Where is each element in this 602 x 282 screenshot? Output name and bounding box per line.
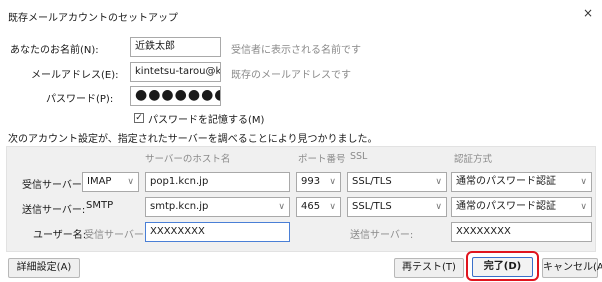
remember-password-label: パスワードを記憶する(M) [148,115,265,126]
email-field[interactable]: kintetsu-tarou@kcn.jp [130,62,221,82]
username-outgoing-label: 送信サーバー: [350,230,414,241]
close-icon[interactable]: × [583,6,593,20]
cancel-button[interactable]: キャンセル(A) [542,258,602,278]
incoming-protocol-value: IMAP [87,176,112,187]
retest-button[interactable]: 再テスト(T) [394,258,464,278]
incoming-port-select[interactable]: 993 ∨ [296,172,341,192]
incoming-auth-select[interactable]: 通常のパスワード認証 ∨ [451,172,592,192]
incoming-port-value: 993 [301,176,321,187]
incoming-ssl-select[interactable]: SSL/TLS ∨ [347,172,447,192]
name-label: あなたのお名前(N): [10,45,99,56]
outgoing-ssl-select[interactable]: SSL/TLS ∨ [347,197,447,217]
chevron-down-icon: ∨ [435,177,442,187]
incoming-ssl-value: SSL/TLS [352,176,392,187]
name-hint: 受信者に表示される名前です [231,45,361,56]
remember-password-checkbox[interactable]: ✓ [134,113,144,123]
check-icon: ✓ [135,113,143,123]
outgoing-hostname-select[interactable]: smtp.kcn.jp ∨ [145,197,290,217]
email-hint: 既存のメールアドレスです [231,70,351,81]
window-title: 既存メールアカウントのセットアップ [8,13,178,24]
password-field[interactable]: ●●●●●●●● [130,86,221,106]
outgoing-server-label: 送信サーバー: [22,205,86,216]
outgoing-protocol-value: SMTP [86,200,114,211]
done-button[interactable]: 完了(D) [472,257,533,277]
incoming-hostname-field[interactable]: pop1.kcn.jp [145,172,290,192]
port-header: ポート番号 [298,154,346,165]
incoming-server-label: 受信サーバー: [22,180,86,191]
outgoing-username-field[interactable]: XXXXXXXX [451,222,592,242]
chevron-down-icon: ∨ [329,177,336,187]
name-field[interactable]: 近鉄太郎 [130,37,221,57]
outgoing-ssl-value: SSL/TLS [352,201,392,212]
outgoing-auth-value: 通常のパスワード認証 [456,201,556,212]
outgoing-hostname-value: smtp.kcn.jp [150,201,209,212]
hostname-header: サーバーのホスト名 [145,154,231,165]
chevron-down-icon: ∨ [580,177,587,187]
chevron-down-icon: ∨ [127,177,134,187]
incoming-protocol-select[interactable]: IMAP ∨ [82,172,139,192]
outgoing-auth-select[interactable]: 通常のパスワード認証 ∨ [451,197,592,217]
ssl-header: SSL [350,151,368,162]
outgoing-port-value: 465 [301,201,321,212]
username-incoming-label: 受信サーバー: [84,230,148,241]
advanced-config-button[interactable]: 詳細設定(A) [8,258,80,278]
chevron-down-icon: ∨ [580,202,587,212]
username-label: ユーザー名: [33,230,87,241]
auth-header: 認証方式 [454,154,493,165]
chevron-down-icon: ∨ [329,202,336,212]
chevron-down-icon: ∨ [435,202,442,212]
found-message: 次のアカウント設定が、指定されたサーバーを調べることにより見つかりました。 [8,134,378,145]
outgoing-port-select[interactable]: 465 ∨ [296,197,341,217]
incoming-username-field[interactable]: XXXXXXXX [145,222,290,242]
incoming-auth-value: 通常のパスワード認証 [456,176,556,187]
email-label: メールアドレス(E): [31,70,119,81]
chevron-down-icon: ∨ [278,202,285,212]
password-label: パスワード(P): [46,94,114,105]
